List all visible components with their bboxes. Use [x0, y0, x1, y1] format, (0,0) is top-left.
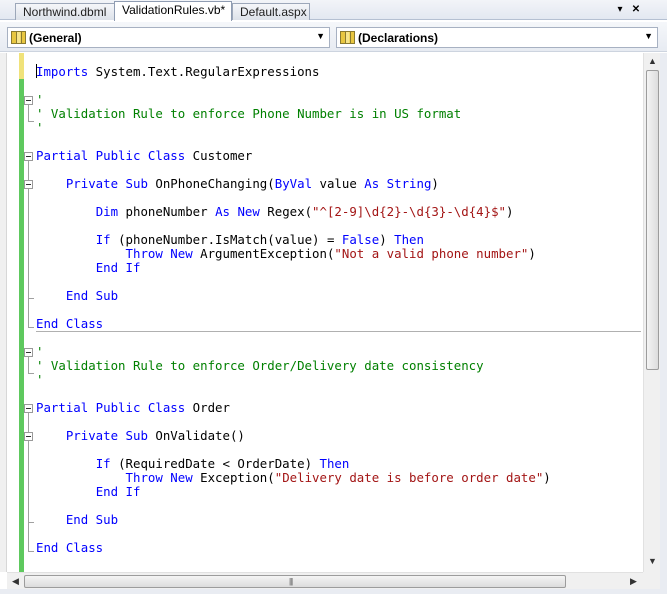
type-combobox-value: (General) [29, 31, 82, 45]
code-line: End Class [36, 540, 104, 555]
collapse-toggle[interactable] [24, 180, 33, 189]
code-line: Partial Public Class Order [36, 400, 230, 415]
code-line: End Sub [65, 288, 119, 303]
tab-northwind-dbml[interactable]: Northwind.dbml [15, 3, 119, 20]
code-line: Dim phoneNumber As New Regex("^[2-9]\d{2… [95, 204, 514, 219]
horizontal-scrollbar[interactable]: ◀ ||| ▶ [7, 572, 643, 589]
code-line: End If [95, 484, 141, 499]
class-icon [11, 31, 26, 44]
chevron-down-icon[interactable]: ▼ [644, 31, 653, 41]
scroll-down-icon[interactable]: ▼ [644, 556, 661, 566]
code-line: If (RequiredDate < OrderDate) Then [95, 456, 350, 471]
document-tab-strip: Northwind.dbml ValidationRules.vb* Defau… [0, 0, 667, 21]
indicator-margin [0, 53, 7, 572]
text-caret [36, 64, 37, 78]
vertical-scroll-thumb[interactable] [646, 70, 659, 370]
code-line: Partial Public Class Customer [36, 148, 253, 163]
vertical-scrollbar[interactable]: ▲ ▼ [643, 53, 660, 572]
type-combobox[interactable]: (General) ▼ [7, 27, 330, 48]
code-line: End Sub [65, 512, 119, 527]
code-line: ' [36, 92, 44, 107]
collapse-toggle[interactable] [24, 348, 33, 357]
scrollbar-corner [643, 572, 660, 589]
window-border [660, 53, 667, 594]
change-bar-unsaved [19, 53, 24, 79]
code-line: End If [95, 260, 141, 275]
code-line: Throw New Exception("Delivery date is be… [125, 470, 551, 485]
code-text[interactable]: Imports System.Text.RegularExpressions '… [36, 61, 551, 555]
grip-icon: ||| [289, 577, 293, 586]
code-line: Private Sub OnPhoneChanging(ByVal value … [65, 176, 439, 191]
chevron-down-icon[interactable]: ▼ [316, 31, 325, 41]
code-line: Imports System.Text.RegularExpressions [36, 64, 320, 79]
code-line: ' Validation Rule to enforce Order/Deliv… [36, 358, 484, 373]
tab-validationrules-vb[interactable]: ValidationRules.vb* [114, 1, 232, 21]
code-line: ' [36, 120, 44, 135]
scroll-left-icon[interactable]: ◀ [7, 576, 24, 587]
collapse-toggle[interactable] [24, 432, 33, 441]
code-line: End Class [36, 316, 104, 331]
scroll-right-icon[interactable]: ▶ [625, 576, 642, 587]
class-icon [340, 31, 355, 44]
navigation-bar: (General) ▼ (Declarations) ▼ [0, 22, 667, 52]
window-border [0, 589, 667, 594]
member-combobox[interactable]: (Declarations) ▼ [336, 27, 658, 48]
tab-default-aspx[interactable]: Default.aspx [232, 3, 310, 20]
code-editor[interactable]: Imports System.Text.RegularExpressions '… [0, 53, 667, 594]
code-line: ' [36, 344, 44, 359]
scroll-up-icon[interactable]: ▲ [644, 56, 661, 66]
horizontal-scroll-thumb[interactable]: ||| [24, 575, 566, 588]
procedure-separator [36, 331, 641, 332]
code-line: Private Sub OnValidate() [65, 428, 245, 443]
code-line: Throw New ArgumentException("Not a valid… [125, 246, 536, 261]
tab-list-dropdown-icon[interactable]: ▾ [613, 3, 627, 17]
code-line: ' Validation Rule to enforce Phone Numbe… [36, 106, 462, 121]
close-icon[interactable]: ✕ [629, 3, 643, 17]
collapse-toggle[interactable] [24, 404, 33, 413]
member-combobox-value: (Declarations) [358, 31, 439, 45]
collapse-toggle[interactable] [24, 152, 33, 161]
code-line: ' [36, 372, 44, 387]
code-line: If (phoneNumber.IsMatch(value) = False) … [95, 232, 424, 247]
collapse-toggle[interactable] [24, 96, 33, 105]
